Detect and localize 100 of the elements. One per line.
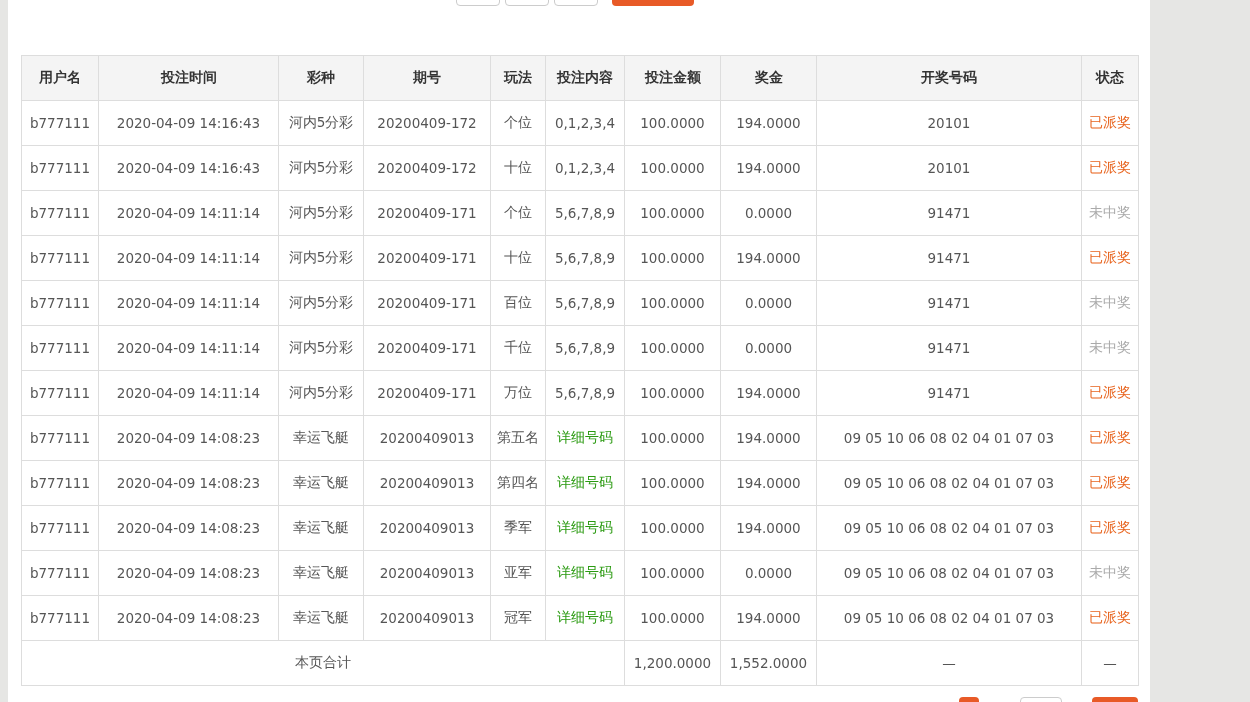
time-cell: 2020-04-09 14:08:23 bbox=[98, 550, 279, 596]
lottery-cell: 河内5分彩 bbox=[278, 280, 364, 326]
username-cell: b777111 bbox=[21, 145, 99, 191]
username-cell: b777111 bbox=[21, 505, 99, 551]
amount-cell: 100.0000 bbox=[624, 325, 721, 371]
amount-cell: 100.0000 bbox=[624, 505, 721, 551]
status-cell: 未中奖 bbox=[1081, 280, 1139, 326]
username-cell: b777111 bbox=[21, 100, 99, 146]
total-amount: 1,200.0000 bbox=[624, 640, 721, 686]
bet-content-cell: 5,6,7,8,9 bbox=[545, 235, 625, 281]
prize-cell: 194.0000 bbox=[720, 415, 817, 461]
issue-cell: 20200409-172 bbox=[363, 100, 491, 146]
amount-cell: 100.0000 bbox=[624, 145, 721, 191]
play-cell: 第四名 bbox=[490, 460, 546, 506]
time-cell: 2020-04-09 14:08:23 bbox=[98, 505, 279, 551]
username-cell: b777111 bbox=[21, 190, 99, 236]
play-cell: 冠军 bbox=[490, 595, 546, 641]
username-cell: b777111 bbox=[21, 415, 99, 461]
time-cell: 2020-04-09 14:11:14 bbox=[98, 280, 279, 326]
prize-cell: 0.0000 bbox=[720, 550, 817, 596]
status-cell: 已派奖 bbox=[1081, 505, 1139, 551]
issue-cell: 20200409-171 bbox=[363, 325, 491, 371]
column-header: 开奖号码 bbox=[816, 55, 1082, 101]
result-cell: 09 05 10 06 08 02 04 01 07 03 bbox=[816, 595, 1082, 641]
amount-cell: 100.0000 bbox=[624, 280, 721, 326]
issue-cell: 20200409-171 bbox=[363, 190, 491, 236]
lottery-cell: 河内5分彩 bbox=[278, 100, 364, 146]
lottery-cell: 河内5分彩 bbox=[278, 145, 364, 191]
issue-cell: 20200409013 bbox=[363, 595, 491, 641]
column-header: 玩法 bbox=[490, 55, 546, 101]
issue-cell: 20200409-171 bbox=[363, 370, 491, 416]
username-cell: b777111 bbox=[21, 370, 99, 416]
status-cell: 已派奖 bbox=[1081, 460, 1139, 506]
issue-cell: 20200409-171 bbox=[363, 235, 491, 281]
status-cell: 已派奖 bbox=[1081, 235, 1139, 281]
lottery-cell: 幸运飞艇 bbox=[278, 505, 364, 551]
lottery-cell: 河内5分彩 bbox=[278, 325, 364, 371]
username-cell: b777111 bbox=[21, 595, 99, 641]
result-cell: 20101 bbox=[816, 100, 1082, 146]
lottery-cell: 河内5分彩 bbox=[278, 370, 364, 416]
issue-cell: 20200409013 bbox=[363, 460, 491, 506]
play-cell: 个位 bbox=[490, 100, 546, 146]
prize-cell: 194.0000 bbox=[720, 370, 817, 416]
result-cell: 91471 bbox=[816, 370, 1082, 416]
prize-cell: 194.0000 bbox=[720, 145, 817, 191]
amount-cell: 100.0000 bbox=[624, 415, 721, 461]
time-cell: 2020-04-09 14:11:14 bbox=[98, 190, 279, 236]
amount-cell: 100.0000 bbox=[624, 100, 721, 146]
time-cell: 2020-04-09 14:08:23 bbox=[98, 460, 279, 506]
bet-content-cell: 5,6,7,8,9 bbox=[545, 280, 625, 326]
result-cell: 91471 bbox=[816, 280, 1082, 326]
play-cell: 十位 bbox=[490, 235, 546, 281]
username-cell: b777111 bbox=[21, 235, 99, 281]
status-cell: 已派奖 bbox=[1081, 415, 1139, 461]
prize-cell: 194.0000 bbox=[720, 505, 817, 551]
play-cell: 第五名 bbox=[490, 415, 546, 461]
column-header: 用户名 bbox=[21, 55, 99, 101]
time-cell: 2020-04-09 14:11:14 bbox=[98, 370, 279, 416]
result-cell: 09 05 10 06 08 02 04 01 07 03 bbox=[816, 415, 1082, 461]
lottery-cell: 河内5分彩 bbox=[278, 235, 364, 281]
bet-content-cell: 5,6,7,8,9 bbox=[545, 370, 625, 416]
play-cell: 千位 bbox=[490, 325, 546, 371]
time-cell: 2020-04-09 14:11:14 bbox=[98, 235, 279, 281]
result-cell: 91471 bbox=[816, 325, 1082, 371]
column-header: 投注时间 bbox=[98, 55, 279, 101]
column-header: 状态 bbox=[1081, 55, 1139, 101]
total-label: 本页合计 bbox=[21, 640, 625, 686]
column-header: 彩种 bbox=[278, 55, 364, 101]
amount-cell: 100.0000 bbox=[624, 550, 721, 596]
total-status: — bbox=[1081, 640, 1139, 686]
lottery-cell: 幸运飞艇 bbox=[278, 460, 364, 506]
result-cell: 09 05 10 06 08 02 04 01 07 03 bbox=[816, 460, 1082, 506]
issue-cell: 20200409013 bbox=[363, 550, 491, 596]
column-header: 奖金 bbox=[720, 55, 817, 101]
column-header: 投注金额 bbox=[624, 55, 721, 101]
status-cell: 未中奖 bbox=[1081, 190, 1139, 236]
issue-cell: 20200409-172 bbox=[363, 145, 491, 191]
status-cell: 已派奖 bbox=[1081, 100, 1139, 146]
status-cell: 未中奖 bbox=[1081, 550, 1139, 596]
amount-cell: 100.0000 bbox=[624, 370, 721, 416]
issue-cell: 20200409013 bbox=[363, 505, 491, 551]
prize-cell: 194.0000 bbox=[720, 100, 817, 146]
prize-cell: 194.0000 bbox=[720, 235, 817, 281]
prize-cell: 194.0000 bbox=[720, 595, 817, 641]
prize-cell: 0.0000 bbox=[720, 325, 817, 371]
amount-cell: 100.0000 bbox=[624, 235, 721, 281]
username-cell: b777111 bbox=[21, 550, 99, 596]
time-cell: 2020-04-09 14:11:14 bbox=[98, 325, 279, 371]
username-cell: b777111 bbox=[21, 460, 99, 506]
time-cell: 2020-04-09 14:16:43 bbox=[98, 145, 279, 191]
username-cell: b777111 bbox=[21, 280, 99, 326]
result-cell: 09 05 10 06 08 02 04 01 07 03 bbox=[816, 505, 1082, 551]
prize-cell: 194.0000 bbox=[720, 460, 817, 506]
column-header: 期号 bbox=[363, 55, 491, 101]
bet-content-cell: 5,6,7,8,9 bbox=[545, 325, 625, 371]
issue-cell: 20200409013 bbox=[363, 415, 491, 461]
prize-cell: 0.0000 bbox=[720, 190, 817, 236]
bet-content-cell: 5,6,7,8,9 bbox=[545, 190, 625, 236]
total-result: — bbox=[816, 640, 1082, 686]
prize-cell: 0.0000 bbox=[720, 280, 817, 326]
